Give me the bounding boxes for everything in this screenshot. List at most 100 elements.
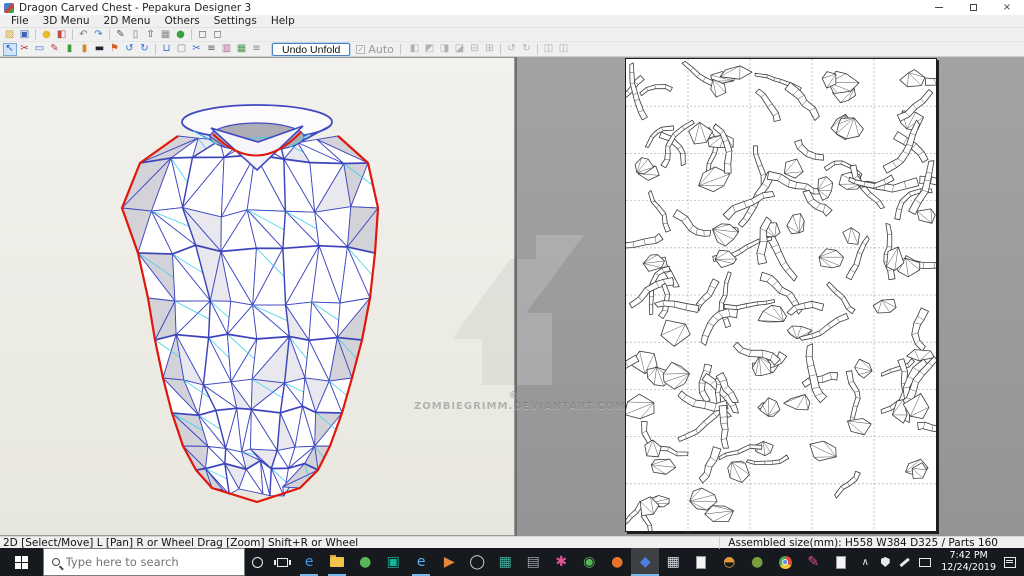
open-file-icon[interactable]: ▨ xyxy=(3,28,17,41)
edge-glyph: e xyxy=(304,554,314,570)
edit-flaps-icon[interactable]: ✂ xyxy=(18,43,32,56)
cortana-button[interactable] xyxy=(245,548,270,576)
align-right-icon[interactable]: ◨ xyxy=(437,43,451,56)
display-dark-icon[interactable]: ▬ xyxy=(93,43,107,56)
import-model-icon[interactable]: ⇧ xyxy=(144,28,158,41)
console-app-glyph: ▦ xyxy=(498,554,512,570)
sheet-settings-icon[interactable]: ▦ xyxy=(235,43,249,56)
action-center-button[interactable] xyxy=(1004,556,1016,568)
taskbar-file-explorer-icon[interactable] xyxy=(323,548,351,576)
taskbar-ball-app-icon[interactable]: ● xyxy=(603,548,631,576)
2d-viewport[interactable] xyxy=(517,57,1024,536)
rotate-ccw-icon[interactable]: ↺ xyxy=(504,43,518,56)
maximize-button[interactable] xyxy=(956,0,990,15)
snap-right-icon[interactable]: ◫ xyxy=(556,43,570,56)
undo-unfold-button[interactable]: Undo Unfold xyxy=(272,42,351,56)
taskbar-hat-app-icon[interactable]: ◓ xyxy=(715,548,743,576)
box-orange-icon[interactable]: ▮ xyxy=(78,43,92,56)
taskbar-molecule-app-icon[interactable]: ✱ xyxy=(547,548,575,576)
cortana-icon xyxy=(251,556,263,568)
menu-others[interactable]: Others xyxy=(157,15,206,27)
align-bottom-icon[interactable]: ◪ xyxy=(452,43,466,56)
divide-part-icon[interactable]: ✂ xyxy=(190,43,204,56)
shield-icon xyxy=(880,557,890,567)
pen-tray-icon[interactable] xyxy=(895,557,915,567)
minimize-button[interactable] xyxy=(922,0,956,15)
2d-toolbar: ↖ ✂ ▭ ✎ ▮ ▮ ▬ ⚑ ↺ ↻ ⊔ ▢ ✂ ≡ ▥ ▦ ≡ Undo Unfold ✓ Auto ◧ ◩ ◨… xyxy=(0,42,1024,57)
save-icon[interactable]: ▣ xyxy=(18,28,32,41)
search-input[interactable] xyxy=(65,555,216,569)
pattern-sheet[interactable] xyxy=(625,58,937,532)
menu-help[interactable]: Help xyxy=(264,15,302,27)
scale-icon[interactable]: ≡ xyxy=(250,43,264,56)
3d-model-canvas xyxy=(120,104,380,504)
pepakura-glyph: ◆ xyxy=(639,554,651,570)
window-2d-icon[interactable]: ◻ xyxy=(211,28,225,41)
network-tray-icon[interactable] xyxy=(915,557,935,567)
taskbar-green-app-icon[interactable]: ● xyxy=(351,548,379,576)
align-top-icon[interactable]: ◩ xyxy=(422,43,436,56)
media-player-glyph: ▶ xyxy=(443,554,455,570)
taskbar-hp-icon[interactable]: ◯ xyxy=(463,548,491,576)
align-left-icon[interactable]: ◧ xyxy=(407,43,421,56)
distribute-h-icon[interactable]: ⊟ xyxy=(467,43,481,56)
taskbar-groove-icon[interactable]: ◉ xyxy=(575,548,603,576)
device-app-glyph: ▤ xyxy=(526,554,540,570)
marquee-icon[interactable]: ▢ xyxy=(175,43,189,56)
menu-bar: File 3D Menu 2D Menu Others Settings Help xyxy=(0,15,1024,28)
flag-icon[interactable]: ⚑ xyxy=(108,43,122,56)
green-app-glyph: ● xyxy=(359,554,372,570)
auto-unfold-toggle[interactable]: ✓ Auto xyxy=(356,43,394,56)
toolbar-separator xyxy=(72,29,73,40)
pin-icon[interactable]: ● xyxy=(174,28,188,41)
taskbar-chrome-icon[interactable] xyxy=(771,548,799,576)
taskbar-pepakura-icon[interactable]: ◆ xyxy=(631,548,660,576)
undo-icon[interactable]: ↶ xyxy=(77,28,91,41)
taskbar-green-circle-app-icon[interactable]: ● xyxy=(743,548,771,576)
taskbar-notepad-icon[interactable] xyxy=(827,548,855,576)
join-edge-icon[interactable]: ⊔ xyxy=(160,43,174,56)
draw-line-icon[interactable]: ✎ xyxy=(48,43,62,56)
taskbar-calculator-icon[interactable]: ▦ xyxy=(659,548,687,576)
texture-cube-icon[interactable]: ◧ xyxy=(55,28,69,41)
defender-tray-icon[interactable] xyxy=(875,557,895,567)
battery-icon[interactable]: ▮ xyxy=(63,43,77,56)
paint-glyph: ✎ xyxy=(807,554,820,570)
snap-left-icon[interactable]: ◫ xyxy=(541,43,555,56)
distribute-v-icon[interactable]: ⊞ xyxy=(482,43,496,56)
taskbar-search[interactable] xyxy=(42,548,245,576)
tray-expand-button[interactable]: ∧ xyxy=(855,557,875,568)
menu-2d-menu[interactable]: 2D Menu xyxy=(97,15,158,27)
window-3d-icon[interactable]: ◻ xyxy=(196,28,210,41)
close-button[interactable]: × xyxy=(990,0,1024,15)
start-button[interactable] xyxy=(0,548,43,576)
rotate-cw-icon[interactable]: ↻ xyxy=(519,43,533,56)
light-toggle-icon[interactable]: ● xyxy=(40,28,54,41)
materials-icon[interactable]: ▥ xyxy=(220,43,234,56)
arrange-icon[interactable]: ≡ xyxy=(205,43,219,56)
select-move-icon[interactable]: ↖ xyxy=(2,42,17,56)
task-view-button[interactable] xyxy=(270,548,295,576)
minimize-icon xyxy=(935,7,943,8)
menu-3d-menu[interactable]: 3D Menu xyxy=(36,15,97,27)
taskbar-wordpad-icon[interactable] xyxy=(687,548,715,576)
edit-pen-icon[interactable]: ✎ xyxy=(114,28,128,41)
taskbar-device-app-icon[interactable]: ▤ xyxy=(519,548,547,576)
3d-viewport[interactable] xyxy=(0,57,515,536)
menu-file[interactable]: File xyxy=(4,15,36,27)
menu-settings[interactable]: Settings xyxy=(207,15,264,27)
board-icon[interactable]: ▦ xyxy=(159,28,173,41)
redo-icon[interactable]: ↷ xyxy=(92,28,106,41)
taskbar-edge-icon[interactable]: e xyxy=(295,548,323,576)
taskbar-internet-explorer-icon[interactable]: e xyxy=(407,548,435,576)
taskbar-store-icon[interactable]: ▣ xyxy=(379,548,407,576)
rotate-right-icon[interactable]: ↻ xyxy=(138,43,152,56)
display-icon xyxy=(919,557,932,567)
taskbar-clock[interactable]: 7:42 PM 12/24/2019 xyxy=(935,550,1002,574)
taskbar-console-app-icon[interactable]: ▦ xyxy=(491,548,519,576)
taskbar-media-player-icon[interactable]: ▶ xyxy=(435,548,463,576)
rotate-left-icon[interactable]: ↺ xyxy=(123,43,137,56)
check-view-icon[interactable]: ▭ xyxy=(33,43,47,56)
taskbar-paint-icon[interactable]: ✎ xyxy=(799,548,827,576)
delete-part-icon[interactable]: ▯ xyxy=(129,28,143,41)
